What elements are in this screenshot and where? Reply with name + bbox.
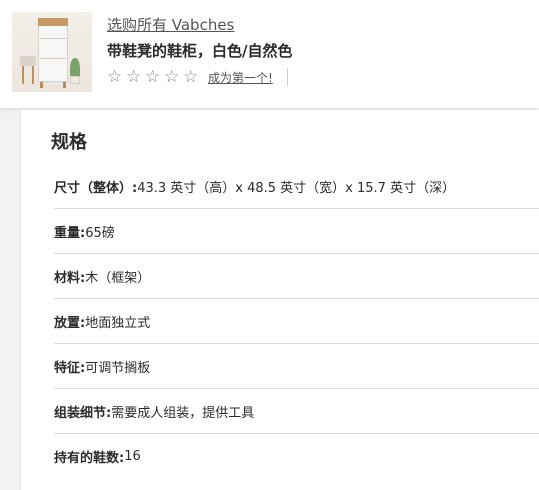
cabinet-drawer-line: [40, 58, 66, 59]
spec-value: 需要成人组装，提供工具: [111, 405, 255, 421]
spec-value: 可调节搁板: [85, 360, 151, 376]
plant-shape: [70, 58, 80, 78]
spec-key: 材料:: [54, 270, 86, 286]
star-rating[interactable]: ☆ ☆ ☆ ☆ ☆: [107, 67, 202, 87]
cabinet-drawer-line: [40, 38, 66, 39]
spec-key: 特征:: [54, 360, 86, 376]
stool-leg: [32, 66, 34, 84]
cabinet-leg: [63, 82, 66, 88]
product-header: 选购所有 Vabches 带鞋凳的鞋柜，白色/自然色 ☆ ☆ ☆ ☆ ☆ 成为第一个!: [0, 0, 539, 108]
stool-shape: [20, 56, 36, 66]
spec-value: 地面独立式: [85, 315, 151, 331]
cabinet-leg: [40, 82, 43, 88]
specifications-list: 尺寸（整体）: 43.3 英寸（高）x 48.5 英寸（宽）x 15.7 英寸（深…: [54, 164, 539, 479]
spec-value: 43.3 英寸（高）x 48.5 英寸（宽）x 15.7 英寸（深）: [137, 180, 456, 196]
spec-row: 尺寸（整体）: 43.3 英寸（高）x 48.5 英寸（宽）x 15.7 英寸（深…: [54, 164, 539, 209]
specifications-heading: 规格: [51, 132, 87, 153]
spec-key: 持有的鞋数:: [54, 451, 125, 466]
rating-divider: [286, 68, 288, 86]
spec-row: 材料: 木（框架）: [54, 254, 539, 299]
product-thumbnail[interactable]: [12, 12, 92, 92]
spec-row: 组装细节: 需要成人组装，提供工具: [54, 389, 539, 434]
spec-value: 木（框架）: [85, 270, 151, 286]
spec-value: 65磅: [85, 225, 115, 241]
spec-key: 重量:: [54, 225, 86, 241]
first-review-link[interactable]: 成为第一个!: [208, 69, 273, 86]
plant-pot: [70, 76, 80, 84]
cabinet-shape: [38, 18, 68, 82]
spec-row: 放置: 地面独立式: [54, 299, 539, 344]
star-outline-icon[interactable]: ☆: [183, 67, 202, 87]
star-outline-icon[interactable]: ☆: [107, 67, 126, 87]
spec-key: 尺寸（整体）:: [54, 180, 138, 196]
spec-row: 持有的鞋数: 16: [54, 434, 539, 479]
brand-store-link[interactable]: 选购所有 Vabches: [107, 14, 234, 35]
spec-row: 重量: 65磅: [54, 209, 539, 254]
spec-row: 特征: 可调节搁板: [54, 344, 539, 389]
spec-key: 放置:: [54, 315, 86, 331]
star-outline-icon[interactable]: ☆: [145, 67, 164, 87]
star-outline-icon[interactable]: ☆: [164, 67, 183, 87]
spec-key: 组装细节:: [54, 405, 112, 421]
star-outline-icon[interactable]: ☆: [126, 67, 145, 87]
spec-value: 16: [124, 449, 141, 464]
product-title: 带鞋凳的鞋柜，白色/自然色: [107, 42, 293, 60]
cabinet-top: [38, 18, 68, 26]
specifications-panel: 规格 尺寸（整体）: 43.3 英寸（高）x 48.5 英寸（宽）x 15.7 英…: [20, 110, 539, 490]
stool-leg: [22, 66, 24, 84]
rating-row: ☆ ☆ ☆ ☆ ☆ 成为第一个!: [107, 67, 288, 87]
